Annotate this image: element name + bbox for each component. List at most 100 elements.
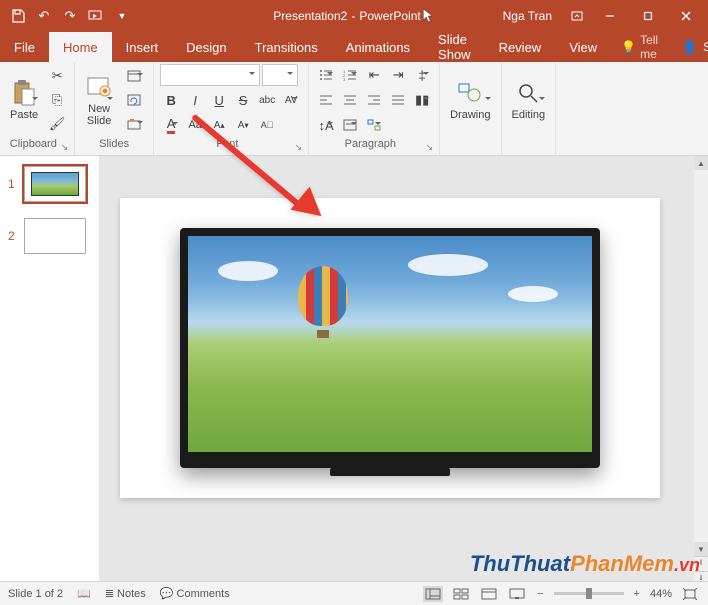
- scroll-down-button[interactable]: ▼: [694, 542, 708, 556]
- tab-view[interactable]: View: [555, 32, 611, 62]
- decrease-indent-button[interactable]: ⇤: [363, 64, 385, 86]
- maximize-button[interactable]: [630, 2, 666, 30]
- slide-canvas-area[interactable]: ▲ ▼ ⭱ ⭳: [100, 156, 708, 586]
- fit-to-window-button[interactable]: [680, 586, 700, 602]
- qat-customize-dropdown[interactable]: ▼: [112, 6, 132, 26]
- increase-indent-button[interactable]: ⇥: [387, 64, 409, 86]
- user-name[interactable]: Nga Tran: [493, 9, 562, 23]
- tab-slideshow[interactable]: Slide Show: [424, 32, 485, 62]
- smartart-button[interactable]: [363, 114, 385, 136]
- zoom-out-button[interactable]: −: [535, 588, 545, 600]
- slide-thumbnail-2[interactable]: 2: [8, 218, 91, 254]
- cut-button[interactable]: ✂: [46, 65, 68, 87]
- status-bar: Slide 1 of 2 📖 ≣ Notes 💬 Comments − + 44…: [0, 581, 708, 605]
- comments-button[interactable]: 💬 Comments: [160, 587, 230, 600]
- bold-button[interactable]: B: [160, 89, 182, 111]
- drawing-button[interactable]: Drawing: [446, 77, 494, 123]
- paragraph-label: Paragraph: [315, 136, 425, 153]
- slideshow-view-button[interactable]: [507, 586, 527, 602]
- window-title: Presentation2 - PowerPoint: [273, 8, 434, 24]
- reset-button[interactable]: [121, 89, 147, 111]
- redo-button[interactable]: ↷: [60, 6, 80, 26]
- text-direction-button[interactable]: ↕A: [315, 114, 337, 136]
- tab-transitions[interactable]: Transitions: [241, 32, 332, 62]
- normal-view-button[interactable]: [423, 586, 443, 602]
- slide-thumbnails-panel: 1 2: [0, 156, 100, 586]
- numbering-button[interactable]: 123: [339, 64, 361, 86]
- underline-button[interactable]: U: [208, 89, 230, 111]
- editing-button[interactable]: Editing: [508, 77, 550, 123]
- clipboard-label: Clipboard: [6, 136, 61, 153]
- reading-view-button[interactable]: [479, 586, 499, 602]
- align-text-button[interactable]: [339, 114, 361, 136]
- share-button[interactable]: 👤Share: [668, 32, 708, 62]
- prev-slide-button[interactable]: ⭱: [694, 556, 708, 571]
- undo-button[interactable]: ↶: [34, 6, 54, 26]
- font-color-button[interactable]: A: [160, 114, 182, 136]
- new-slide-icon: [85, 73, 113, 101]
- app-name: PowerPoint: [359, 9, 420, 23]
- group-clipboard: Paste ✂ ⎘ 🖌 Clipboard↘: [0, 62, 75, 155]
- tab-design[interactable]: Design: [172, 32, 240, 62]
- ribbon-display-options-button[interactable]: [564, 2, 590, 30]
- title-bar: ↶ ↷ ▼ Presentation2 - PowerPoint Nga Tra…: [0, 0, 708, 32]
- tab-insert[interactable]: Insert: [112, 32, 173, 62]
- tell-me-search[interactable]: 💡Tell me: [611, 32, 668, 62]
- line-spacing-button[interactable]: ‡: [411, 64, 433, 86]
- paste-icon: [10, 79, 38, 107]
- align-left-button[interactable]: [315, 89, 337, 111]
- slide-indicator[interactable]: Slide 1 of 2: [8, 588, 63, 600]
- zoom-slider[interactable]: [554, 592, 624, 595]
- tab-review[interactable]: Review: [485, 32, 556, 62]
- group-paragraph: 123 ⇤ ⇥ ‡ ▮▮ ↕A Paragraph↘: [309, 62, 440, 155]
- quick-access-toolbar: ↶ ↷ ▼: [0, 6, 132, 26]
- zoom-level[interactable]: 44%: [650, 588, 672, 600]
- section-button[interactable]: [121, 113, 147, 135]
- spell-check-icon[interactable]: 📖: [77, 587, 91, 600]
- tab-file[interactable]: File: [0, 32, 49, 62]
- vertical-scrollbar[interactable]: ▲ ▼ ⭱ ⭳: [694, 156, 708, 586]
- font-launcher[interactable]: ↘: [295, 142, 303, 153]
- align-center-button[interactable]: [339, 89, 361, 111]
- tv-image[interactable]: [180, 228, 600, 468]
- layout-button[interactable]: [121, 65, 147, 87]
- font-size-select[interactable]: [262, 64, 298, 86]
- group-slides: New Slide Slides: [75, 62, 154, 155]
- start-from-beginning-button[interactable]: [86, 6, 106, 26]
- justify-button[interactable]: [387, 89, 409, 111]
- shadow-button[interactable]: abc: [256, 89, 278, 111]
- italic-button[interactable]: I: [184, 89, 206, 111]
- close-button[interactable]: [668, 2, 704, 30]
- new-slide-button[interactable]: New Slide: [81, 71, 117, 129]
- paste-button[interactable]: Paste: [6, 77, 42, 123]
- share-icon: 👤: [682, 40, 697, 54]
- copy-button[interactable]: ⎘: [46, 89, 68, 111]
- notes-button[interactable]: ≣ Notes: [105, 587, 146, 600]
- char-spacing-button[interactable]: AV: [280, 89, 302, 111]
- bullets-button[interactable]: [315, 64, 337, 86]
- tab-home[interactable]: Home: [49, 32, 112, 62]
- find-icon: [514, 79, 542, 107]
- clear-format-button[interactable]: A⃠: [256, 114, 278, 136]
- align-right-button[interactable]: [363, 89, 385, 111]
- font-family-select[interactable]: [160, 64, 260, 86]
- group-editing: Editing: [502, 62, 557, 155]
- clipboard-launcher[interactable]: ↘: [61, 142, 69, 153]
- zoom-in-button[interactable]: +: [632, 588, 642, 600]
- slide-sorter-button[interactable]: [451, 586, 471, 602]
- minimize-button[interactable]: [592, 2, 628, 30]
- tab-animations[interactable]: Animations: [332, 32, 424, 62]
- format-painter-button[interactable]: 🖌: [46, 113, 68, 135]
- decrease-font-button[interactable]: A▾: [232, 114, 254, 136]
- slide-thumbnail-1[interactable]: 1: [8, 166, 91, 202]
- drawing-icon: [456, 79, 484, 107]
- columns-button[interactable]: ▮▮: [411, 89, 433, 111]
- save-icon[interactable]: [8, 6, 28, 26]
- scroll-up-button[interactable]: ▲: [694, 156, 708, 170]
- balloon-graphic: [298, 266, 348, 338]
- paragraph-launcher[interactable]: ↘: [426, 142, 434, 153]
- strikethrough-button[interactable]: S: [232, 89, 254, 111]
- slides-label: Slides: [81, 136, 147, 153]
- slide-canvas[interactable]: [120, 198, 660, 498]
- group-font: B I U S abc AV A Aa A▴ A▾ A⃠ Font↘: [154, 62, 309, 155]
